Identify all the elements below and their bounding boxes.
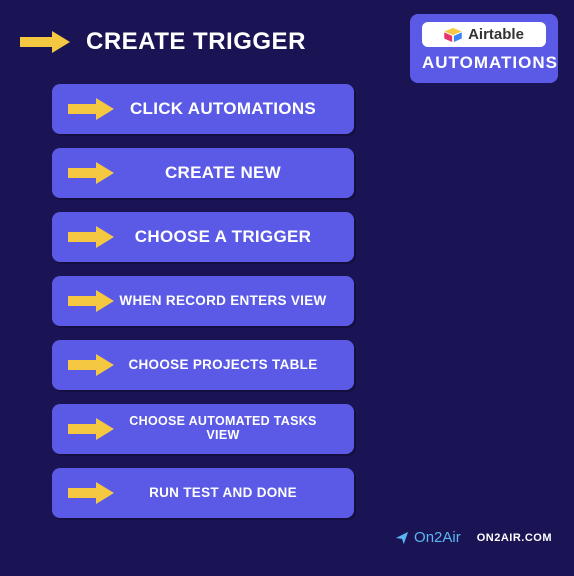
airtable-icon: [444, 28, 462, 42]
arrow-icon: [68, 420, 116, 438]
arrow-icon: [68, 484, 116, 502]
footer: On2Air on2air.com: [395, 529, 552, 546]
plane-icon: [395, 531, 409, 545]
arrow-icon: [68, 356, 116, 374]
airtable-badge: Airtable AUTOMATIONS: [410, 14, 558, 83]
step-label: Choose Projects Table: [116, 358, 338, 373]
step-record-enters-view: When Record Enters View: [52, 276, 354, 326]
step-label: Click Automations: [116, 100, 338, 119]
step-label: Create New: [116, 164, 338, 183]
step-create-new: Create New: [52, 148, 354, 198]
arrow-icon: [68, 100, 116, 118]
step-choose-trigger: Choose a Trigger: [52, 212, 354, 262]
steps-list: Click Automations Create New Choose a Tr…: [52, 84, 574, 518]
step-choose-automated-tasks-view: Choose Automated Tasks View: [52, 404, 354, 454]
arrow-icon: [20, 33, 72, 51]
arrow-icon: [68, 292, 116, 310]
page-title: Create Trigger: [86, 28, 306, 56]
airtable-sub: AUTOMATIONS: [422, 53, 546, 73]
arrow-icon: [68, 228, 116, 246]
step-label: Choose Automated Tasks View: [116, 415, 338, 443]
step-click-automations: Click Automations: [52, 84, 354, 134]
airtable-logo-row: Airtable: [422, 22, 546, 47]
on2air-brand: On2Air: [395, 529, 461, 546]
airtable-name: Airtable: [468, 26, 524, 43]
step-label: Choose a Trigger: [116, 228, 338, 247]
step-label: When Record Enters View: [116, 294, 338, 309]
step-label: Run Test and Done: [116, 486, 338, 501]
step-choose-projects-table: Choose Projects Table: [52, 340, 354, 390]
step-run-test: Run Test and Done: [52, 468, 354, 518]
footer-url: on2air.com: [477, 532, 552, 544]
on2air-label: On2Air: [414, 529, 461, 546]
arrow-icon: [68, 164, 116, 182]
